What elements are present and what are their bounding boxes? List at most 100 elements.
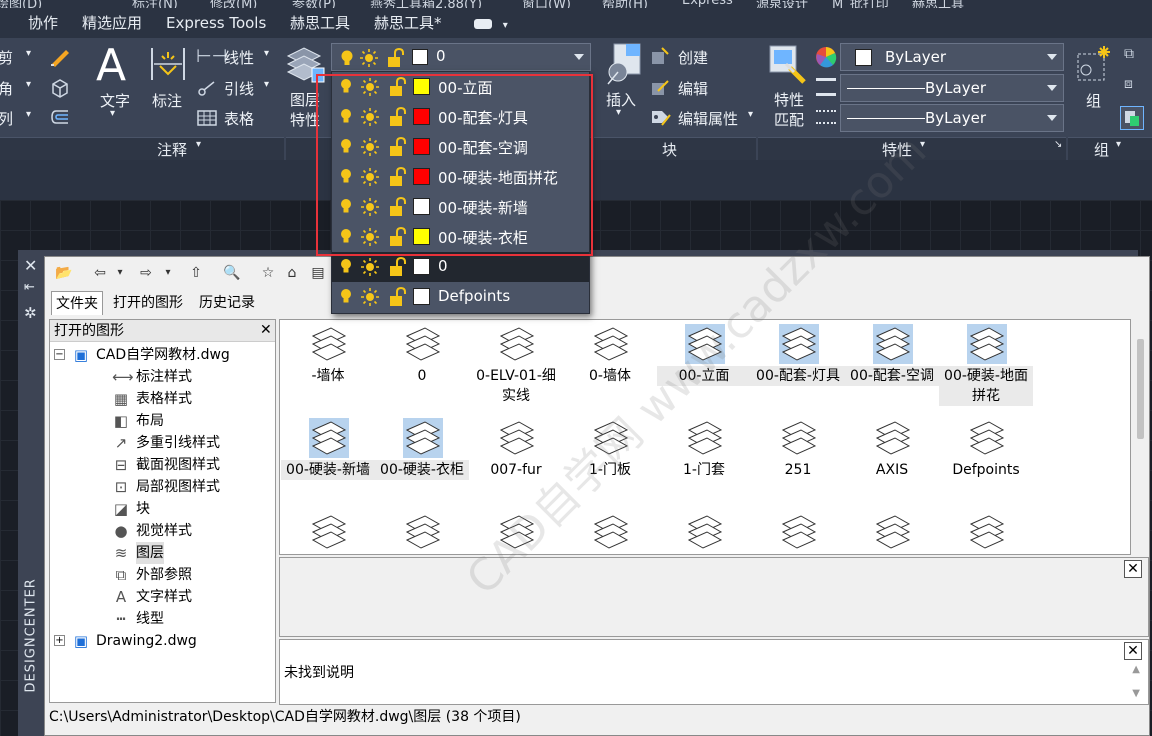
color-combobox[interactable]: ByLayer <box>840 43 1064 71</box>
tab-collaborate[interactable]: 协作 <box>28 8 58 38</box>
group-panel-title[interactable]: 组 <box>1094 139 1109 160</box>
tree-item[interactable]: ▦ 表格样式 <box>50 388 275 410</box>
menu-item[interactable]: M_批打印 <box>832 0 889 8</box>
layer-item[interactable]: 0 <box>375 322 469 412</box>
layer-item[interactable]: 00-配套-空调 <box>845 322 939 412</box>
collapse-icon[interactable]: − <box>54 349 65 360</box>
tree-drawing-node[interactable]: − ▣ CAD自学网教材.dwg <box>50 344 275 366</box>
scroll-thumb[interactable] <box>1137 339 1144 439</box>
group-icon[interactable] <box>1074 44 1114 86</box>
scroll-up-icon[interactable]: ▲ <box>1132 664 1140 675</box>
ribbon-options-button[interactable]: ▾ <box>474 8 508 38</box>
layer-on-bulb-icon[interactable] <box>340 258 352 273</box>
linetype-combobox[interactable]: ByLayer <box>840 104 1064 132</box>
layer-item[interactable]: -墙体 <box>281 322 375 412</box>
chevron-down-icon[interactable]: ▾ <box>110 108 115 119</box>
tab-folders[interactable]: 文件夹 <box>51 291 103 315</box>
menu-item[interactable]: 燕秀工具箱2.88(Y) <box>370 0 482 8</box>
chevron-down-icon[interactable]: ▾ <box>196 139 201 150</box>
layer-item[interactable]: 00-硬装-地面 拼花 <box>939 322 1033 412</box>
tree-item[interactable]: ⟷ 标注样式 <box>50 366 275 388</box>
layer-on-bulb-icon[interactable] <box>340 288 352 303</box>
chevron-down-icon[interactable] <box>1047 115 1057 121</box>
chevron-down-icon[interactable]: ▾ <box>616 107 621 118</box>
tree-item[interactable]: ≋ 图层 <box>50 542 275 564</box>
tree-item[interactable]: ◪ 块 <box>50 498 275 520</box>
tab-history[interactable]: 历史记录 <box>195 291 259 315</box>
insert-block-icon[interactable] <box>604 42 644 86</box>
tree-item[interactable]: ⊟ 截面视图样式 <box>50 454 275 476</box>
properties-icon[interactable]: ✲ <box>24 304 37 322</box>
match-properties-icon[interactable] <box>768 44 808 86</box>
layer-item[interactable] <box>751 510 845 554</box>
layer-item[interactable] <box>375 510 469 554</box>
home-icon[interactable]: ⌂ <box>281 263 303 283</box>
lineweight-combobox[interactable]: ByLayer <box>840 74 1064 102</box>
box-icon[interactable] <box>48 75 72 99</box>
ungroup-icon[interactable]: ⧉ <box>1124 46 1142 64</box>
vertical-scrollbar[interactable] <box>1133 319 1149 555</box>
menu-item[interactable]: 赫思工具 <box>912 0 964 8</box>
search-icon[interactable]: 🔍 <box>221 263 243 283</box>
chevron-down-icon[interactable] <box>1047 85 1057 91</box>
menu-item[interactable]: 窗口(W) <box>522 0 571 8</box>
menu-item[interactable]: 参数(P) <box>292 0 336 8</box>
chevron-down-icon[interactable]: ▾ <box>26 79 31 90</box>
forward-icon[interactable]: ⇨ <box>135 263 157 283</box>
layer-item[interactable]: AXIS <box>845 416 939 506</box>
layer-option[interactable]: Defpoints <box>332 282 589 312</box>
group-label[interactable]: 组 <box>1086 90 1101 111</box>
layer-thaw-sun-icon[interactable] <box>361 258 379 276</box>
tab-express-tools[interactable]: Express Tools <box>166 8 266 38</box>
linear-dim-label[interactable]: 线性 <box>224 47 254 68</box>
menu-item[interactable]: 修改(M) <box>210 0 257 8</box>
tab-hesi-tools[interactable]: 赫思工具 <box>290 8 350 38</box>
back-icon[interactable]: ⇦ <box>89 263 111 283</box>
table-label[interactable]: 表格 <box>224 108 254 129</box>
tree-item[interactable]: ◧ 布局 <box>50 410 275 432</box>
chevron-down-icon[interactable]: ▾ <box>748 109 753 120</box>
layer-item[interactable] <box>939 510 1033 554</box>
layer-unlock-icon[interactable] <box>388 286 406 306</box>
chevron-down-icon[interactable]: ▾ <box>264 48 269 59</box>
layer-item[interactable]: 00-硬装-新墙 <box>281 416 375 506</box>
layer-item[interactable]: 00-硬装-衣柜 <box>375 416 469 506</box>
expand-icon[interactable]: + <box>54 635 65 646</box>
layer-item[interactable] <box>845 510 939 554</box>
leader-label[interactable]: 引线 <box>224 78 254 99</box>
ribbon-item-array[interactable]: 列 <box>0 108 13 129</box>
annotate-panel-title[interactable]: 注释 <box>157 139 187 160</box>
menu-item[interactable]: Express <box>682 0 733 8</box>
dimension-button-label[interactable]: 标注 <box>152 90 182 111</box>
layer-item[interactable] <box>281 510 375 554</box>
tree-drawing-node[interactable]: + ▣ Drawing2.dwg <box>50 630 275 652</box>
tree-item[interactable]: ┅ 线型 <box>50 608 275 630</box>
edit-block-label[interactable]: 编辑 <box>678 78 708 99</box>
tree-view-icon[interactable]: ▤ <box>307 263 329 283</box>
group-select-toggle[interactable] <box>1120 106 1144 130</box>
layer-item[interactable] <box>657 510 751 554</box>
chevron-down-icon[interactable]: ▾ <box>1116 139 1121 150</box>
chevron-down-icon[interactable]: ▾ <box>157 263 179 283</box>
menu-item[interactable]: 标注(N) <box>132 0 178 8</box>
chevron-down-icon[interactable]: ▾ <box>26 48 31 59</box>
tab-open-drawings[interactable]: 打开的图形 <box>109 291 187 315</box>
offset-icon[interactable] <box>48 105 72 129</box>
favorites-icon[interactable]: ☆ <box>257 263 279 283</box>
tree-item[interactable]: ● 视觉样式 <box>50 520 275 542</box>
dimension-icon[interactable] <box>148 44 188 84</box>
ribbon-item-fillet[interactable]: 角 <box>0 78 13 99</box>
scroll-down-icon[interactable]: ▼ <box>1132 688 1140 699</box>
tree-item[interactable]: ↗ 多重引线样式 <box>50 432 275 454</box>
chevron-down-icon[interactable] <box>1047 54 1057 60</box>
close-icon[interactable]: ✕ <box>1124 560 1142 578</box>
chevron-down-icon[interactable]: ▾ <box>26 109 31 120</box>
menu-item[interactable]: 帮助(H) <box>602 0 648 8</box>
layer-item[interactable]: Defpoints <box>939 416 1033 506</box>
group-edit-icon[interactable]: ⧈ <box>1124 76 1142 94</box>
layer-color-swatch[interactable] <box>413 288 430 305</box>
chevron-down-icon[interactable]: ▾ <box>264 79 269 90</box>
close-icon[interactable]: ✕ <box>1124 642 1142 660</box>
layer-option[interactable]: 0 <box>332 252 589 282</box>
layer-thaw-sun-icon[interactable] <box>361 288 379 306</box>
